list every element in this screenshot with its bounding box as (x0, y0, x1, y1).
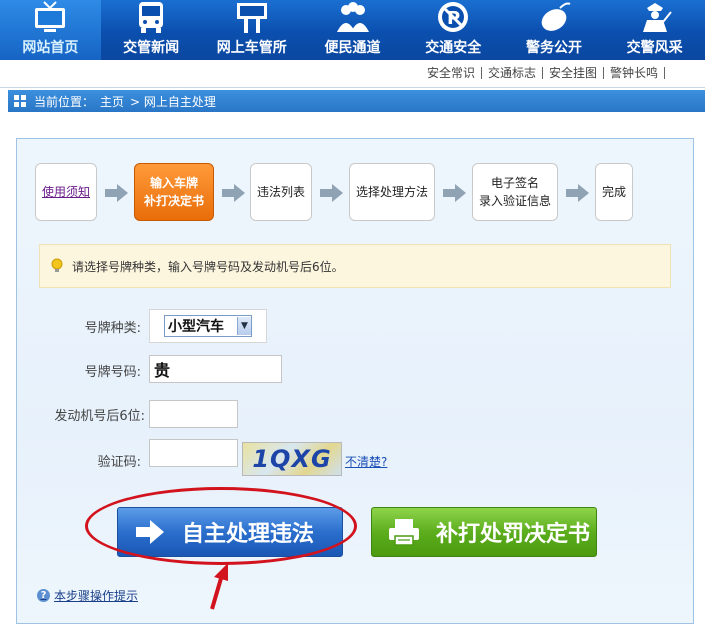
breadcrumb-current: > 网上自主处理 (130, 94, 216, 109)
subnav-link-safety-knowledge[interactable]: 安全常识 (421, 67, 482, 79)
tv-icon (32, 0, 68, 34)
nav-label: 交警风采 (626, 40, 683, 56)
captcha-label: 验证码: (97, 455, 141, 470)
step-arrow-icon (320, 183, 344, 203)
step-violation-list: 违法列表 (250, 163, 312, 221)
plate-type-wrapper: 小型汽车 ▼ (149, 309, 267, 343)
nav-label: 警务公开 (525, 40, 582, 56)
breadcrumb-home-link[interactable]: 主页 (100, 93, 124, 110)
step-arrow-icon (222, 183, 246, 203)
main-panel: 使用须知 输入车牌 补打决定书 违法列表 选择处理方法 电子签名 录入验证信息 … (16, 138, 694, 624)
nav-item-news[interactable]: 交管新闻 (101, 0, 202, 60)
step-help-text: 本步骤操作提示 (54, 589, 139, 603)
hint-text: 请选择号牌种类，输入号牌号码及发动机号后6位。 (72, 259, 344, 274)
captcha-image-text: 1QXG (252, 445, 332, 473)
reprint-decision-button[interactable]: 补打处罚决定书 (371, 507, 597, 557)
nav-item-police-style[interactable]: 交警风采 (604, 0, 705, 60)
step-e-signature: 电子签名 录入验证信息 (472, 163, 558, 221)
nav-label: 网上车管所 (216, 40, 287, 56)
nav-item-traffic-safety[interactable]: P 交通安全 (403, 0, 504, 60)
step-help-link[interactable]: ? 本步骤操作提示 (37, 587, 138, 604)
engine-number-input[interactable] (149, 400, 238, 428)
nav-label: 便民通道 (324, 40, 381, 56)
sub-navigation-bar: 安全常识 交通标志 安全挂图 警钟长鸣 (0, 60, 705, 88)
self-process-button-label: 自主处理违法 (182, 522, 315, 547)
subnav-link-safety-posters[interactable]: 安全挂图 (543, 67, 604, 79)
step-arrow-icon (443, 183, 467, 203)
plate-type-select[interactable]: 小型汽车 ▼ (164, 315, 252, 337)
breadcrumb-label: 当前位置： (34, 94, 95, 109)
step-arrow-icon (566, 183, 590, 203)
engine-number-label: 发动机号后6位: (54, 409, 145, 424)
nav-item-police-affairs[interactable]: 警务公开 (504, 0, 605, 60)
step-complete: 完成 (595, 163, 633, 221)
no-parking-icon: P (435, 0, 471, 34)
top-navigation: 网站首页 交管新闻 网上车管所 便民通道 P 交通安全 警务公开 交警风采 (0, 0, 705, 60)
nav-item-vehicle-office[interactable]: 网上车管所 (201, 0, 302, 60)
bus-icon (133, 0, 169, 34)
arrow-right-icon (132, 517, 168, 547)
reprint-decision-button-label: 补打处罚决定书 (436, 522, 591, 547)
police-icon (637, 0, 673, 34)
printer-icon (386, 517, 422, 547)
step-choose-method: 选择处理方法 (349, 163, 435, 221)
step-usage-notice[interactable]: 使用须知 (35, 163, 97, 221)
nav-item-convenience[interactable]: 便民通道 (302, 0, 403, 60)
subnav-link-warning[interactable]: 警钟长鸣 (604, 67, 665, 79)
captcha-refresh-link[interactable]: 不清楚? (345, 453, 387, 470)
hint-box: 请选择号牌种类，输入号牌号码及发动机号后6位。 (39, 244, 671, 288)
question-icon: ? (37, 589, 50, 602)
captcha-image[interactable]: 1QXG (242, 442, 342, 476)
self-process-button[interactable]: 自主处理违法 (117, 507, 343, 557)
plate-type-value: 小型汽车 (168, 319, 224, 335)
mouse-icon (536, 0, 572, 34)
plate-type-label: 号牌种类: (84, 321, 141, 336)
step-arrow-icon (105, 183, 129, 203)
plate-number-label: 号牌号码: (84, 365, 141, 380)
signboard-icon (234, 0, 270, 34)
captcha-input[interactable] (149, 439, 238, 467)
people-icon (335, 0, 371, 34)
chevron-down-icon: ▼ (237, 317, 251, 335)
nav-item-home[interactable]: 网站首页 (0, 0, 101, 60)
lightbulb-icon (51, 258, 63, 272)
nav-label: 交管新闻 (123, 40, 180, 56)
plate-number-input[interactable]: 贵 (149, 355, 282, 383)
sub-navigation: 安全常识 交通标志 安全挂图 警钟长鸣 (421, 67, 665, 79)
nav-label: 交通安全 (425, 40, 482, 56)
subnav-link-traffic-signs[interactable]: 交通标志 (482, 67, 543, 79)
annotation-arrow-icon (210, 563, 228, 610)
breadcrumb: 当前位置： 主页 > 网上自主处理 (8, 90, 705, 112)
step-enter-plate: 输入车牌 补打决定书 (134, 163, 214, 221)
nav-label: 网站首页 (22, 40, 79, 56)
grid-icon (14, 95, 26, 107)
